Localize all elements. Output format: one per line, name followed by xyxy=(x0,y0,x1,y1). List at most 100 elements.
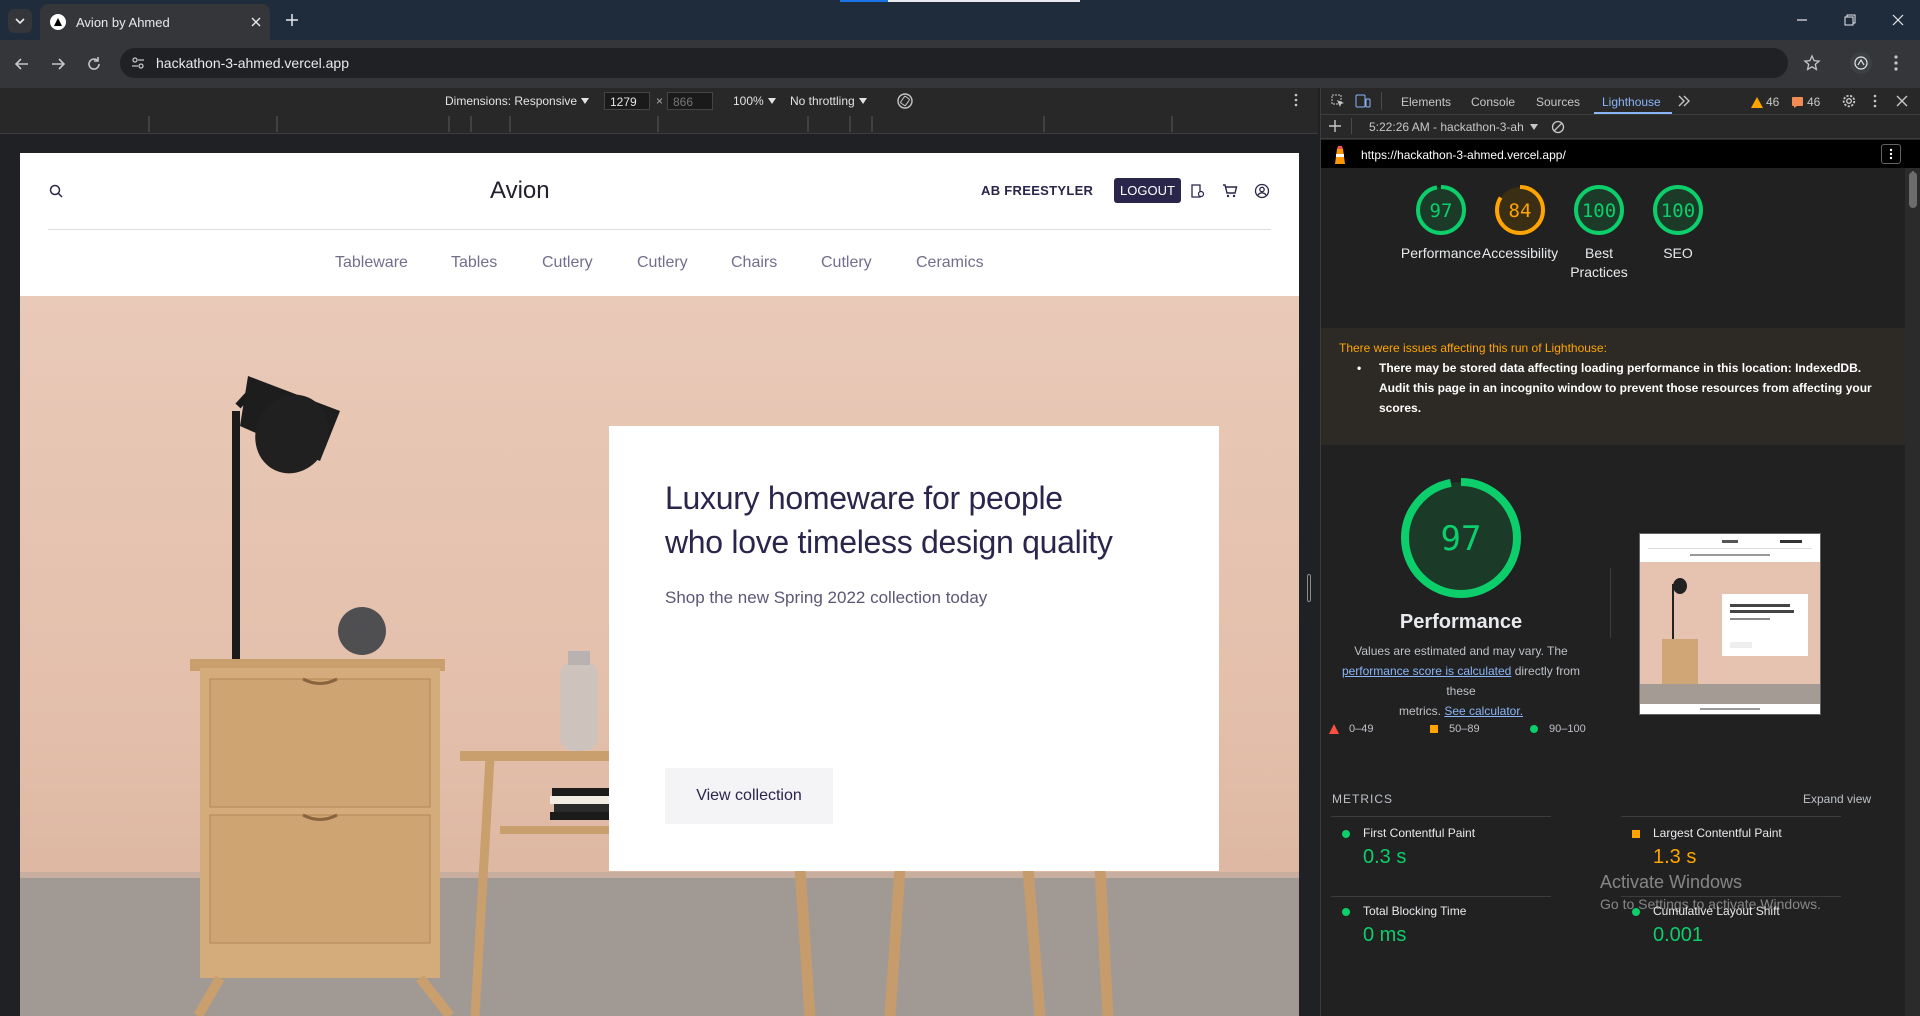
ruler-marks xyxy=(148,116,1173,132)
clear-reports-button[interactable] xyxy=(1551,120,1565,134)
width-input[interactable]: 1279 xyxy=(604,92,650,110)
report-url[interactable]: https://hackathon-3-ahmed.vercel.app/ xyxy=(1361,148,1566,162)
device-toolbar: Dimensions: Responsive 1279 × 866 100% N… xyxy=(0,88,1318,114)
height-input[interactable]: 866 xyxy=(667,92,713,110)
wishlist-icon xyxy=(1191,184,1205,198)
expand-view-button[interactable]: Expand view xyxy=(1803,792,1871,806)
report-menu-button[interactable] xyxy=(1881,144,1901,164)
nav-link-cutlery-2[interactable]: Cutlery xyxy=(637,254,688,272)
back-button[interactable] xyxy=(8,50,36,78)
warning-title: There were issues affecting this run of … xyxy=(1339,341,1607,355)
resize-handle[interactable] xyxy=(1307,574,1311,602)
tabstrip-accent-light xyxy=(888,0,1080,2)
bookmark-button[interactable] xyxy=(1803,54,1821,72)
inspect-element-button[interactable] xyxy=(1331,94,1345,108)
profile-avatar[interactable] xyxy=(1850,52,1872,74)
legend-item-circle: 90–100 xyxy=(1529,723,1586,735)
more-tabs-button[interactable] xyxy=(1677,95,1691,107)
minimize-button[interactable] xyxy=(1794,12,1810,28)
forward-button[interactable] xyxy=(44,50,72,78)
tab-console[interactable]: Console xyxy=(1471,95,1515,109)
plus-icon xyxy=(286,14,298,26)
new-report-button[interactable] xyxy=(1329,120,1341,132)
score-gauge-best-practices[interactable]: 100 Best Practices xyxy=(1554,182,1644,282)
tab-lighthouse[interactable]: Lighthouse xyxy=(1602,95,1661,109)
nav-link-tables[interactable]: Tables xyxy=(451,254,497,272)
score-calculation-link[interactable]: performance score is calculated xyxy=(1342,664,1511,678)
tab-sources[interactable]: Sources xyxy=(1536,95,1580,109)
metrics-divider-right xyxy=(1621,816,1841,817)
tab-elements[interactable]: Elements xyxy=(1401,95,1451,109)
nav-link-ceramics[interactable]: Ceramics xyxy=(916,254,984,272)
devtools-settings-button[interactable] xyxy=(1842,94,1856,108)
warning-body: There may be stored data affecting loadi… xyxy=(1379,361,1872,415)
main-performance-gauge[interactable]: 97 xyxy=(1399,476,1523,600)
reload-button[interactable] xyxy=(80,50,108,78)
close-icon xyxy=(1892,14,1904,26)
legend-item-square: 50–89 xyxy=(1429,723,1480,735)
score-gauge-seo[interactable]: 100 SEO xyxy=(1633,182,1723,263)
score-gauge-performance[interactable]: 97 Performance xyxy=(1396,182,1486,263)
device-toolbar-more-button[interactable] xyxy=(1294,93,1298,107)
screenshot-divider xyxy=(1610,568,1611,638)
legend-triangle-icon xyxy=(1329,724,1339,734)
device-toolbar-toggle[interactable] xyxy=(1355,94,1371,108)
throttling-label: No throttling xyxy=(790,94,855,108)
metrics-row-divider-left xyxy=(1331,896,1551,897)
cart-button[interactable] xyxy=(1222,183,1238,199)
tab-search-button[interactable] xyxy=(8,9,32,33)
warnings-counter[interactable]: 46 xyxy=(1751,95,1779,109)
legend-label: 90–100 xyxy=(1549,723,1586,735)
rotate-button[interactable] xyxy=(896,92,914,110)
calculator-link[interactable]: See calculator. xyxy=(1444,704,1523,718)
chevron-down-icon xyxy=(15,18,25,25)
gauge-ring: 100 xyxy=(1653,185,1703,235)
report-scrollbar-thumb[interactable] xyxy=(1909,172,1917,208)
address-bar[interactable]: hackathon-3-ahmed.vercel.app xyxy=(120,48,1788,78)
height-value: 866 xyxy=(673,95,694,109)
warning-count: 46 xyxy=(1766,95,1780,109)
browser-menu-button[interactable] xyxy=(1893,54,1899,72)
devtools-menu-button[interactable] xyxy=(1873,94,1877,108)
hero-title-line-2: who love timeless design quality xyxy=(665,524,1113,560)
throttling-select[interactable]: No throttling xyxy=(790,94,867,108)
score-gauge-accessibility[interactable]: 84 Accessibility xyxy=(1475,182,1565,263)
issue-icon xyxy=(1792,96,1803,108)
windows-watermark-subtitle: Go to Settings to activate Windows. xyxy=(1600,896,1821,912)
metric-name: First Contentful Paint xyxy=(1363,826,1476,840)
view-collection-button[interactable]: View collection xyxy=(665,768,833,824)
close-tab-icon[interactable] xyxy=(250,16,262,28)
active-tab-indicator xyxy=(1594,112,1672,114)
caret-down-icon xyxy=(858,98,867,104)
report-scrollbar[interactable] xyxy=(1905,168,1920,1016)
lighthouse-toolbar: 5:22:26 AM - hackathon-3-ah xyxy=(1321,115,1920,139)
account-button[interactable] xyxy=(1254,183,1270,199)
metric-status-square-icon xyxy=(1631,829,1641,839)
restore-button[interactable] xyxy=(1842,12,1858,28)
final-screenshot[interactable] xyxy=(1639,533,1821,715)
report-selector[interactable]: 5:22:26 AM - hackathon-3-ah xyxy=(1369,120,1538,134)
site-info-icon[interactable] xyxy=(130,55,146,71)
nav-link-tableware[interactable]: Tableware xyxy=(335,254,408,272)
nav-link-cutlery[interactable]: Cutlery xyxy=(542,254,593,272)
logout-button[interactable]: LOGOUT xyxy=(1114,178,1181,203)
zoom-select[interactable]: 100% xyxy=(733,94,776,108)
new-tab-button[interactable] xyxy=(282,10,302,30)
browser-tab[interactable]: Avion by Ahmed xyxy=(40,4,270,40)
issues-counter[interactable]: 46 xyxy=(1792,95,1820,109)
warning-icon xyxy=(1751,96,1763,108)
gauge-ring: 100 xyxy=(1574,185,1624,235)
site-search-button[interactable] xyxy=(48,183,64,199)
metric-name: Total Blocking Time xyxy=(1363,904,1467,918)
site-logo[interactable]: Avion xyxy=(490,177,550,205)
close-window-button[interactable] xyxy=(1890,12,1906,28)
nav-link-chairs[interactable]: Chairs xyxy=(731,254,777,272)
dimensions-select[interactable]: Dimensions: Responsive xyxy=(445,94,590,108)
search-icon xyxy=(49,184,63,198)
warning-bullet: • xyxy=(1357,361,1362,375)
close-devtools-button[interactable] xyxy=(1896,95,1908,107)
nav-link-cutlery-3[interactable]: Cutlery xyxy=(821,254,872,272)
metric-value: 0 ms xyxy=(1363,924,1407,946)
wishlist-button[interactable] xyxy=(1189,183,1205,199)
dimension-times: × xyxy=(656,94,664,108)
